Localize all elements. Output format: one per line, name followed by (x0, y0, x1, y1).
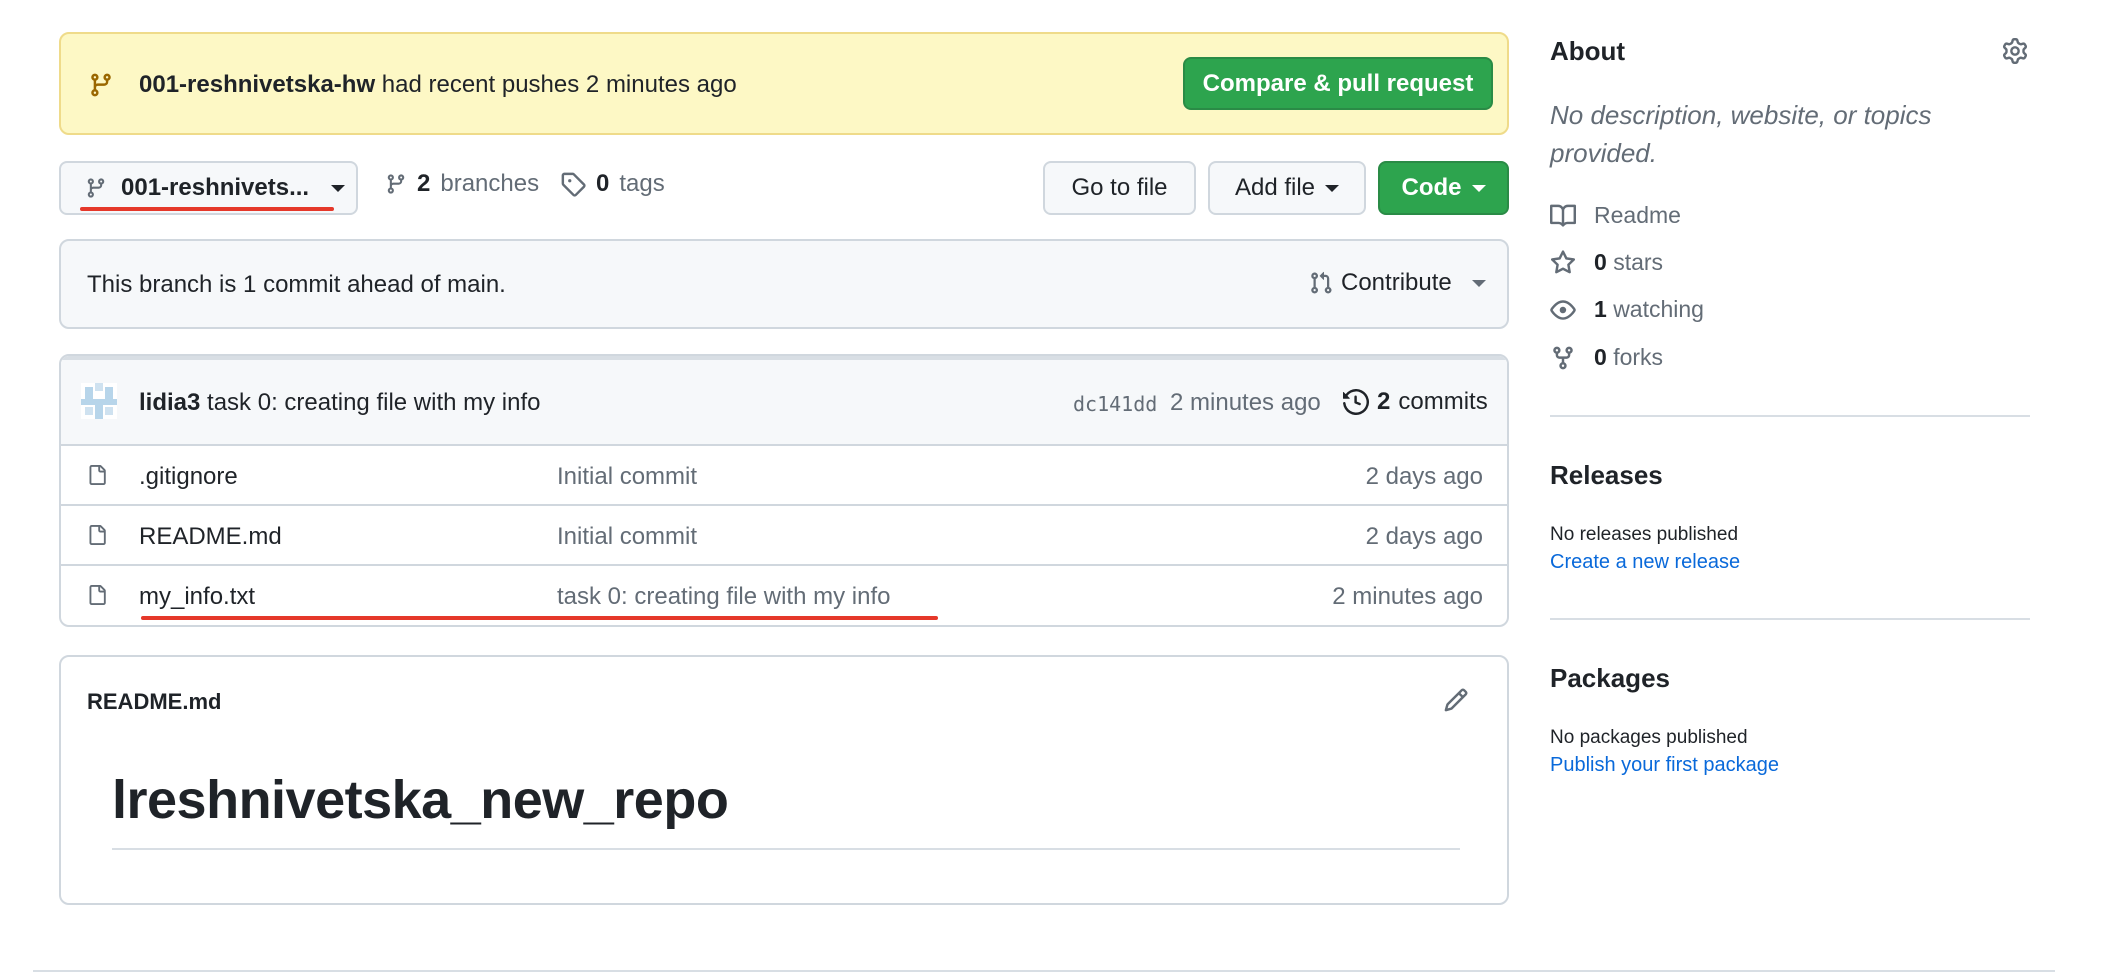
branch-icon (88, 70, 114, 100)
watching-link[interactable]: 1 watching (1550, 296, 1704, 323)
commits-count: 2 (1377, 388, 1391, 415)
sidebar-divider (1550, 415, 2030, 417)
add-file-button[interactable]: Add file (1208, 161, 1366, 215)
chevron-down-icon (1325, 184, 1340, 192)
packages-note: No packages published (1550, 727, 1748, 748)
create-release-link[interactable]: Create a new release (1550, 551, 1740, 574)
file-name-link[interactable]: README.md (139, 523, 282, 551)
tags-link[interactable]: 0 tags (560, 170, 665, 198)
forks-label: forks (1613, 344, 1664, 370)
avatar[interactable] (81, 383, 117, 419)
file-commit-message-link[interactable]: Initial commit (557, 463, 697, 491)
fork-icon (1550, 345, 1576, 371)
branches-link[interactable]: 2 branches (385, 170, 539, 198)
file-icon (87, 523, 107, 547)
banner-branch-link[interactable]: 001-reshnivetska-hw (139, 71, 375, 98)
commit-author-link[interactable]: lidia3 (139, 389, 200, 416)
releases-note: No releases published (1550, 524, 1739, 545)
banner-text: 001-reshnivetska-hw had recent pushes 2 … (139, 70, 737, 100)
branch-icon (385, 171, 407, 197)
file-icon (87, 583, 107, 607)
branches-count: 2 (417, 170, 431, 197)
file-list: lidia3 task 0: creating file with my inf… (59, 354, 1509, 627)
commit-sha-link[interactable]: dc141dd (1073, 392, 1157, 416)
releases-title[interactable]: Releases (1550, 460, 1663, 491)
forks-count: 0 (1594, 344, 1607, 370)
code-button[interactable]: Code (1378, 161, 1509, 215)
add-file-label: Add file (1234, 174, 1316, 201)
watching-label: watching (1613, 296, 1704, 322)
file-commit-message-link[interactable]: task 0: creating file with my info (557, 583, 890, 611)
compare-pull-request-button[interactable]: Compare & pull request (1183, 57, 1493, 110)
tags-label: tags (619, 170, 665, 197)
annotation-underline-file (141, 616, 938, 620)
contribute-label: Contribute (1341, 269, 1452, 296)
packages-title[interactable]: Packages (1550, 663, 1670, 694)
commits-label: commits (1398, 388, 1488, 415)
pull-request-icon (1309, 270, 1333, 296)
banner-message: had recent pushes 2 minutes ago (381, 71, 737, 98)
file-name-link[interactable]: my_info.txt (139, 583, 255, 611)
footer-divider (33, 970, 2055, 972)
branch-ahead-text: This branch is 1 commit ahead of main. (87, 271, 506, 298)
readme-heading: lreshnivetska_new_repo (112, 770, 729, 830)
branch-selector-label: 001-reshnivets... (121, 174, 310, 201)
gear-icon[interactable] (2002, 38, 2028, 64)
chevron-down-icon (331, 184, 346, 192)
commits-history-link[interactable]: 2 commits (1343, 388, 1488, 416)
publish-package-link[interactable]: Publish your first package (1550, 754, 1779, 777)
repo-description: No description, website, or topics provi… (1550, 100, 1932, 168)
file-name-link[interactable]: .gitignore (139, 463, 238, 491)
code-button-label: Code (1401, 174, 1462, 201)
file-commit-time: 2 days ago (1365, 523, 1483, 550)
history-icon (1343, 389, 1369, 415)
star-icon (1550, 249, 1576, 276)
latest-commit-row: lidia3 task 0: creating file with my inf… (61, 356, 1507, 446)
commit-summary: lidia3 task 0: creating file with my inf… (139, 389, 541, 417)
commit-time: 2 minutes ago (1170, 389, 1321, 416)
readme-filename: README.md (87, 689, 222, 714)
sidebar-divider (1550, 618, 2030, 620)
branches-label: branches (440, 170, 540, 197)
annotation-underline-branch (80, 207, 334, 211)
branch-icon (85, 176, 107, 200)
readme-label: Readme (1594, 202, 1681, 228)
branch-status-box: This branch is 1 commit ahead of main. C… (59, 239, 1509, 329)
stars-link[interactable]: 0 stars (1550, 249, 1663, 276)
readme-link[interactable]: Readme (1550, 202, 1681, 229)
file-commit-time: 2 minutes ago (1332, 583, 1483, 610)
stars-label: stars (1613, 249, 1664, 275)
heading-divider (112, 848, 1460, 850)
stars-count: 0 (1594, 249, 1607, 275)
table-row[interactable]: .gitignore Initial commit 2 days ago (61, 446, 1507, 506)
tags-count: 0 (596, 170, 610, 197)
forks-link[interactable]: 0 forks (1550, 344, 1663, 371)
pencil-icon[interactable] (1443, 687, 1469, 713)
contribute-dropdown[interactable]: Contribute (1309, 269, 1486, 297)
recent-push-banner: 001-reshnivetska-hw had recent pushes 2 … (59, 32, 1509, 135)
chevron-down-icon (1471, 279, 1486, 287)
tag-icon (560, 171, 586, 197)
watching-count: 1 (1594, 296, 1607, 322)
book-icon (1550, 203, 1576, 229)
eye-icon (1550, 297, 1576, 323)
go-to-file-button[interactable]: Go to file (1043, 161, 1196, 215)
table-row[interactable]: README.md Initial commit 2 days ago (61, 506, 1507, 566)
about-title: About (1550, 36, 1626, 66)
file-icon (87, 463, 107, 487)
chevron-down-icon (1471, 184, 1486, 192)
commit-message-link[interactable]: task 0: creating file with my info (207, 389, 540, 416)
file-commit-message-link[interactable]: Initial commit (557, 523, 697, 551)
file-commit-time: 2 days ago (1365, 463, 1483, 490)
readme-panel: README.md lreshnivetska_new_repo (59, 655, 1509, 905)
